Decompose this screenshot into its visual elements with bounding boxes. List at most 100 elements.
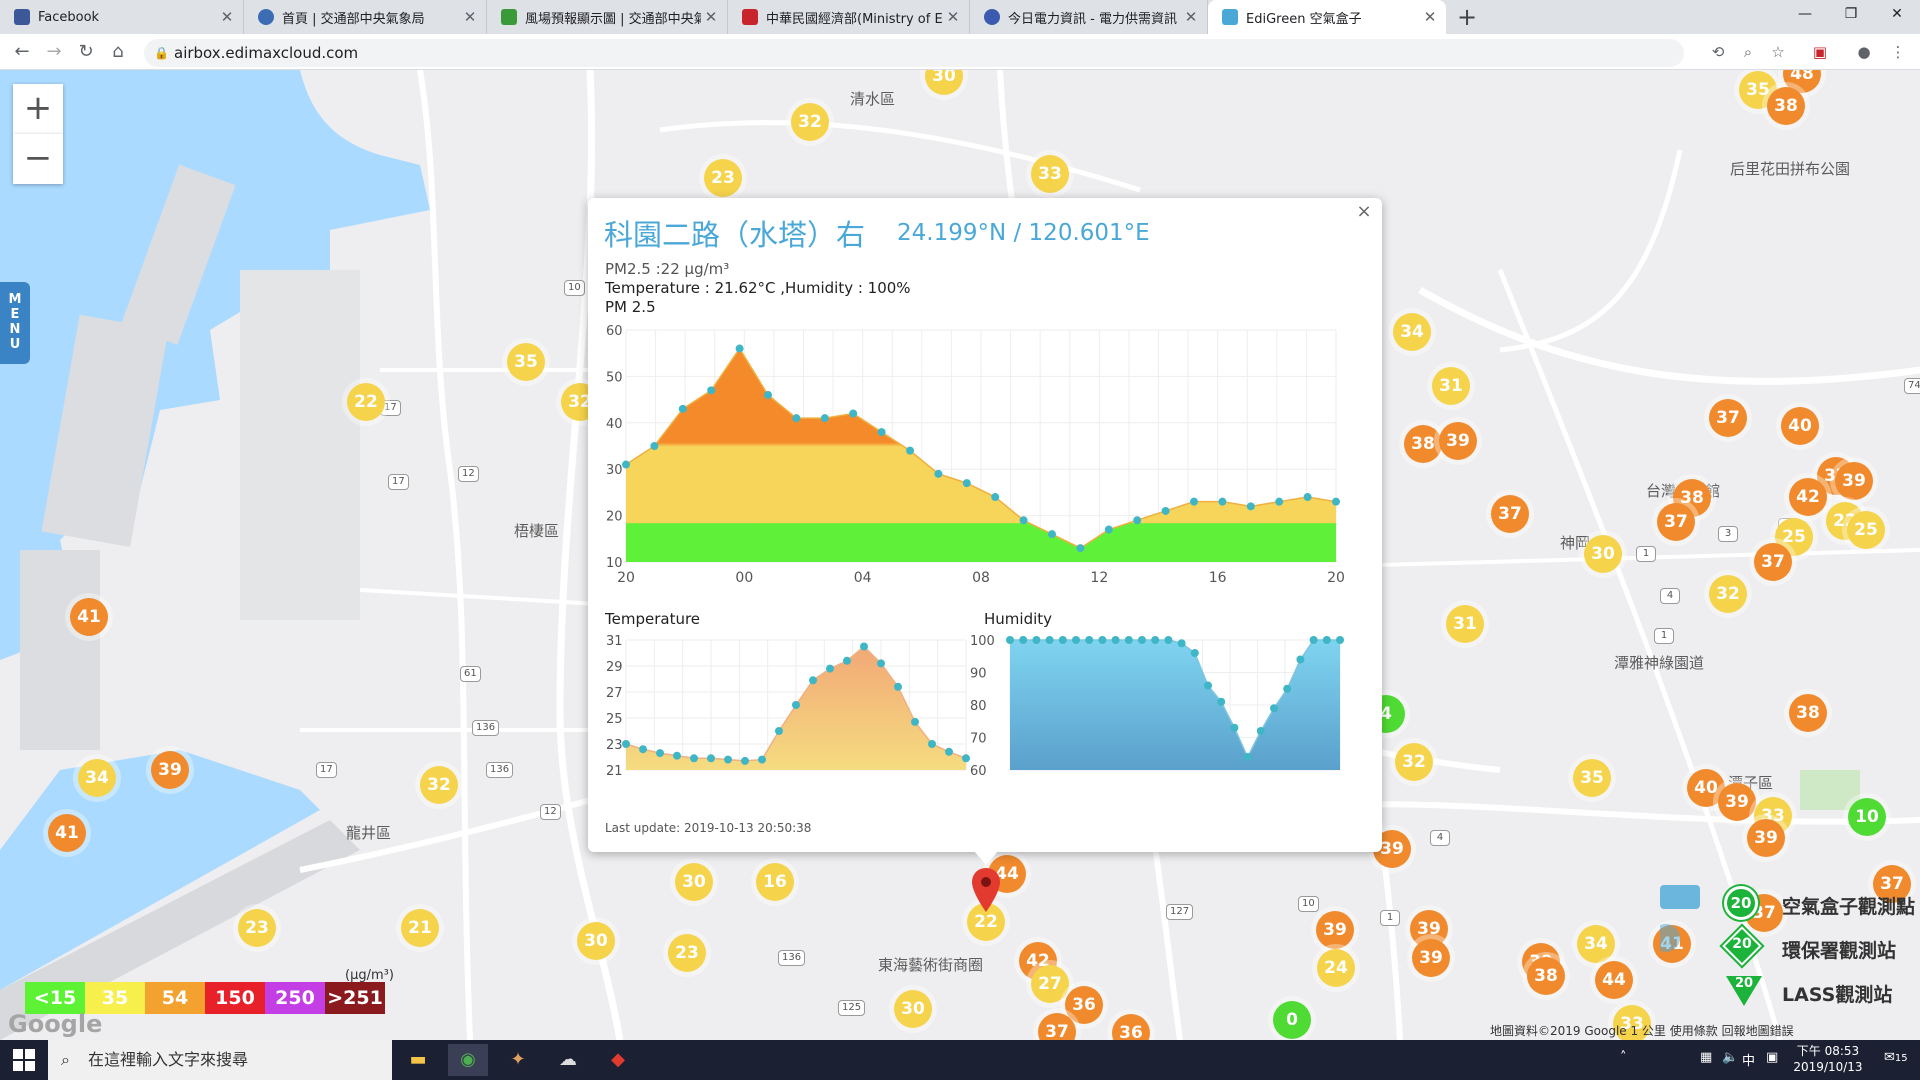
data-point[interactable] bbox=[690, 754, 698, 763]
pm-marker[interactable]: 30 bbox=[675, 863, 713, 901]
pm-marker[interactable]: 38 bbox=[1527, 957, 1565, 995]
pm-marker[interactable]: 39 bbox=[151, 751, 189, 789]
pm-marker[interactable]: 32 bbox=[1709, 575, 1747, 613]
data-point[interactable] bbox=[1045, 636, 1054, 644]
data-point[interactable] bbox=[1076, 544, 1085, 553]
data-point[interactable] bbox=[934, 469, 943, 478]
profile-icon[interactable]: ● bbox=[1852, 40, 1876, 64]
tray-input-icon[interactable]: ▣ bbox=[1766, 1050, 1778, 1065]
data-point[interactable] bbox=[741, 756, 749, 765]
new-tab-button[interactable]: + bbox=[1452, 2, 1482, 32]
pm-marker[interactable]: 37 bbox=[1754, 543, 1792, 581]
pm-marker[interactable]: 38 bbox=[1789, 694, 1827, 732]
data-point[interactable] bbox=[1303, 493, 1312, 502]
data-point[interactable] bbox=[1161, 506, 1170, 515]
data-point[interactable] bbox=[1006, 636, 1014, 644]
data-point[interactable] bbox=[1098, 636, 1107, 644]
app-bird-icon[interactable]: ✦ bbox=[498, 1044, 538, 1076]
pm-marker[interactable]: 30 bbox=[577, 922, 615, 960]
close-popup-button[interactable]: × bbox=[1354, 202, 1374, 222]
pm-marker[interactable]: 23 bbox=[704, 159, 742, 197]
close-tab-icon[interactable]: ✕ bbox=[1181, 8, 1201, 26]
pm-marker[interactable]: 32 bbox=[791, 103, 829, 141]
pm-marker[interactable]: 25 bbox=[1847, 511, 1885, 549]
pm-marker[interactable]: 23 bbox=[668, 934, 706, 972]
data-point[interactable] bbox=[775, 727, 783, 735]
tray-chevron-icon[interactable]: ˄ bbox=[1620, 1050, 1627, 1065]
translate-icon[interactable]: ⟲ bbox=[1706, 40, 1730, 64]
pm-marker[interactable]: 35 bbox=[1573, 759, 1611, 797]
tab-power-info[interactable]: 今日電力資訊 - 電力供需資訊 - 台✕ bbox=[970, 0, 1208, 34]
data-point[interactable] bbox=[809, 676, 817, 685]
taskbar-search-box[interactable]: ⌕ 在這裡輸入文字來搜尋 bbox=[48, 1040, 392, 1080]
extension-icon[interactable]: ▣ bbox=[1808, 40, 1832, 64]
chrome-icon[interactable]: ◉ bbox=[448, 1044, 488, 1076]
data-point[interactable] bbox=[724, 755, 732, 764]
restore-button[interactable]: ❐ bbox=[1828, 0, 1874, 30]
tab-facebook[interactable]: Facebook ✕ bbox=[0, 0, 244, 34]
pm-marker[interactable]: 10 bbox=[1848, 798, 1886, 836]
data-point[interactable] bbox=[911, 717, 919, 726]
data-point[interactable] bbox=[1019, 516, 1028, 525]
data-point[interactable] bbox=[877, 659, 885, 668]
data-point[interactable] bbox=[1190, 497, 1198, 506]
address-bar[interactable]: 🔒 airbox.edimaxcloud.com bbox=[144, 39, 1684, 67]
data-point[interactable] bbox=[843, 656, 851, 665]
data-point[interactable] bbox=[1283, 684, 1292, 693]
taskbar-clock[interactable]: 下午 08:53 2019/10/13 bbox=[1788, 1043, 1868, 1075]
app-cloud-icon[interactable]: ☁ bbox=[548, 1044, 588, 1076]
data-point[interactable] bbox=[707, 386, 716, 395]
pm-marker[interactable]: 38 bbox=[1404, 425, 1442, 463]
data-point[interactable] bbox=[1151, 636, 1160, 644]
data-point[interactable] bbox=[962, 479, 971, 488]
pm-marker[interactable]: 30 bbox=[1584, 535, 1622, 573]
pm-marker[interactable]: 22 bbox=[347, 383, 385, 421]
data-point[interactable] bbox=[1138, 636, 1146, 644]
pm-marker[interactable]: 31 bbox=[1446, 605, 1484, 643]
data-point[interactable] bbox=[622, 460, 630, 469]
tray-network-icon[interactable]: ▦ bbox=[1700, 1050, 1712, 1065]
close-tab-icon[interactable]: ✕ bbox=[943, 8, 963, 26]
file-explorer-icon[interactable]: ▬ bbox=[398, 1044, 438, 1076]
tab-wind-forecast[interactable]: 風場預報顯示圖 | 交通部中央氣象 ✕ bbox=[487, 0, 728, 34]
pm-marker[interactable]: 39 bbox=[1316, 911, 1354, 949]
pm-marker[interactable]: 39 bbox=[1412, 939, 1450, 977]
data-point[interactable] bbox=[849, 409, 858, 418]
data-point[interactable] bbox=[1164, 636, 1173, 644]
windows-start-icon[interactable] bbox=[12, 1048, 36, 1072]
close-tab-icon[interactable]: ✕ bbox=[701, 8, 721, 26]
forward-button[interactable]: → bbox=[40, 38, 68, 66]
pm-marker[interactable]: 37 bbox=[1657, 503, 1695, 541]
reload-button[interactable]: ↻ bbox=[72, 38, 100, 66]
pm-marker[interactable]: 32 bbox=[1395, 743, 1433, 781]
zoom-out-button[interactable]: − bbox=[13, 134, 63, 184]
bookmark-star-icon[interactable]: ☆ bbox=[1766, 40, 1790, 64]
data-point[interactable] bbox=[894, 682, 902, 691]
tab-edigreen[interactable]: EdiGreen 空氣盒子 ✕ bbox=[1208, 0, 1446, 34]
data-point[interactable] bbox=[622, 740, 630, 748]
data-point[interactable] bbox=[1275, 497, 1284, 506]
data-point[interactable] bbox=[945, 747, 953, 756]
close-tab-icon[interactable]: ✕ bbox=[460, 8, 480, 26]
data-point[interactable] bbox=[1230, 723, 1239, 732]
data-point[interactable] bbox=[1332, 497, 1340, 506]
data-point[interactable] bbox=[1256, 727, 1265, 735]
data-point[interactable] bbox=[826, 664, 834, 673]
data-point[interactable] bbox=[1243, 753, 1252, 761]
pm-marker[interactable]: 24 bbox=[1317, 949, 1355, 987]
data-point[interactable] bbox=[758, 755, 766, 764]
pm-marker[interactable]: 31 bbox=[1432, 367, 1470, 405]
tab-moea[interactable]: 中華民國經濟部(Ministry of Econ✕ bbox=[728, 0, 970, 34]
notification-icon[interactable]: ✉15 bbox=[1884, 1050, 1908, 1065]
pm-marker[interactable]: 41 bbox=[70, 598, 108, 636]
data-point[interactable] bbox=[1177, 639, 1186, 648]
data-point[interactable] bbox=[656, 749, 664, 758]
data-point[interactable] bbox=[1048, 530, 1056, 539]
menu-kebab-icon[interactable]: ⋮ bbox=[1886, 40, 1910, 64]
data-point[interactable] bbox=[1246, 502, 1255, 511]
pm-marker[interactable]: 34 bbox=[1577, 925, 1615, 963]
pm-marker[interactable]: 33 bbox=[1031, 155, 1069, 193]
data-point[interactable] bbox=[906, 446, 914, 455]
pm-marker[interactable]: 41 bbox=[48, 814, 86, 852]
selected-location-pin[interactable] bbox=[970, 866, 1002, 916]
